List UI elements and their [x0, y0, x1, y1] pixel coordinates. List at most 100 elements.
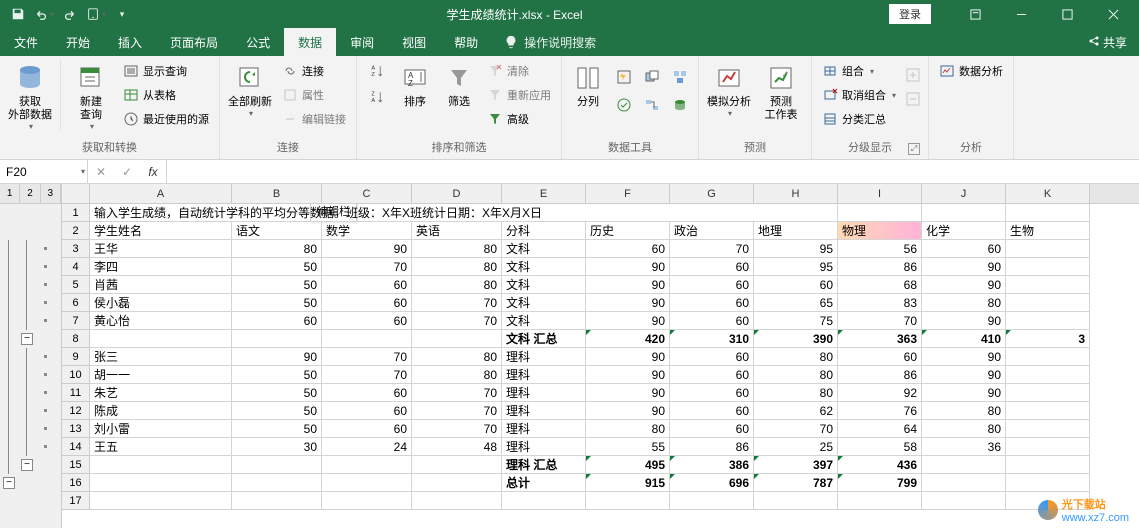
cell[interactable] — [412, 492, 502, 510]
cell[interactable]: 60 — [322, 312, 412, 330]
cell[interactable]: 侯小磊 — [90, 294, 232, 312]
cell[interactable]: 90 — [322, 240, 412, 258]
cell[interactable]: 文科 — [502, 258, 586, 276]
cell[interactable]: 70 — [322, 366, 412, 384]
group-button[interactable]: 组合▾ — [818, 60, 900, 82]
cell[interactable]: 24 — [322, 438, 412, 456]
cell[interactable]: 70 — [412, 312, 502, 330]
cell[interactable]: 王华 — [90, 240, 232, 258]
cell[interactable]: 70 — [670, 240, 754, 258]
cell[interactable]: 90 — [586, 384, 670, 402]
cell[interactable]: 60 — [322, 294, 412, 312]
cell[interactable]: 86 — [838, 366, 922, 384]
cell[interactable]: 30 — [232, 438, 322, 456]
cell[interactable]: 80 — [412, 258, 502, 276]
cell[interactable]: 政治 — [670, 222, 754, 240]
cell[interactable]: 915 — [586, 474, 670, 492]
cell[interactable]: 50 — [232, 366, 322, 384]
show-queries-button[interactable]: 显示查询 — [119, 60, 213, 82]
cell[interactable]: 80 — [754, 384, 838, 402]
data-model-button[interactable] — [668, 94, 692, 116]
cell[interactable]: 25 — [754, 438, 838, 456]
row-header[interactable]: 10 — [62, 366, 90, 384]
cell[interactable]: 62 — [754, 402, 838, 420]
cell[interactable]: 90 — [922, 348, 1006, 366]
cell[interactable]: 学生姓名 — [90, 222, 232, 240]
column-header-J[interactable]: J — [922, 184, 1006, 203]
cell[interactable]: 理科 — [502, 402, 586, 420]
cell[interactable]: 90 — [922, 258, 1006, 276]
cell[interactable]: 310 — [670, 330, 754, 348]
cell[interactable]: 86 — [670, 438, 754, 456]
cell[interactable] — [1006, 438, 1090, 456]
cell[interactable]: 文科 — [502, 276, 586, 294]
cell[interactable]: 陈成 — [90, 402, 232, 420]
filter-button[interactable]: 筛选 — [439, 60, 479, 111]
cell[interactable] — [502, 492, 586, 510]
cell[interactable]: 90 — [922, 366, 1006, 384]
tell-me-search[interactable]: 操作说明搜索 — [492, 28, 608, 56]
cell[interactable] — [1006, 204, 1090, 222]
cell[interactable]: 90 — [922, 384, 1006, 402]
column-header-B[interactable]: B — [232, 184, 322, 203]
cell[interactable]: 数学 — [322, 222, 412, 240]
row-header[interactable]: 4 — [62, 258, 90, 276]
tab-review[interactable]: 审阅 — [336, 28, 388, 56]
cell[interactable]: 朱艺 — [90, 384, 232, 402]
cell[interactable]: 55 — [586, 438, 670, 456]
cell[interactable]: 60 — [754, 276, 838, 294]
cell[interactable]: 50 — [232, 258, 322, 276]
cell[interactable]: 60 — [670, 384, 754, 402]
cell[interactable]: 60 — [322, 276, 412, 294]
cell[interactable]: 60 — [670, 258, 754, 276]
cell[interactable]: 420 — [586, 330, 670, 348]
consolidate-button[interactable] — [668, 66, 692, 88]
cell[interactable]: 86 — [838, 258, 922, 276]
cell[interactable]: 刘小雷 — [90, 420, 232, 438]
cell[interactable]: 50 — [232, 402, 322, 420]
cell[interactable]: 48 — [412, 438, 502, 456]
cell[interactable]: 76 — [838, 402, 922, 420]
cell[interactable]: 80 — [922, 420, 1006, 438]
row-header[interactable]: 1 — [62, 204, 90, 222]
column-header-I[interactable]: I — [838, 184, 922, 203]
remove-duplicates-button[interactable] — [640, 66, 664, 88]
cell[interactable]: 胡一一 — [90, 366, 232, 384]
cell[interactable]: 90 — [586, 276, 670, 294]
ungroup-button[interactable]: 取消组合▾ — [818, 84, 900, 106]
edit-links-button[interactable]: 编辑链接 — [278, 108, 350, 130]
cell[interactable]: 理科 — [502, 438, 586, 456]
sort-desc-button[interactable]: ZA — [363, 86, 391, 108]
data-validation-button[interactable] — [612, 94, 636, 116]
row-header[interactable]: 13 — [62, 420, 90, 438]
cell[interactable]: 90 — [232, 348, 322, 366]
tab-insert[interactable]: 插入 — [104, 28, 156, 56]
hide-detail-button[interactable] — [904, 88, 922, 110]
relationships-button[interactable] — [640, 94, 664, 116]
column-header-E[interactable]: E — [502, 184, 586, 203]
cell[interactable]: 总计 — [502, 474, 586, 492]
row-header[interactable]: 11 — [62, 384, 90, 402]
cell[interactable] — [90, 492, 232, 510]
cell[interactable] — [1006, 258, 1090, 276]
cell[interactable]: 50 — [232, 420, 322, 438]
cell[interactable]: 化学 — [922, 222, 1006, 240]
cell[interactable]: 64 — [838, 420, 922, 438]
tab-file[interactable]: 文件 — [0, 28, 52, 56]
cell[interactable]: 90 — [586, 294, 670, 312]
cell[interactable]: 80 — [232, 240, 322, 258]
cell[interactable]: 60 — [670, 366, 754, 384]
tab-help[interactable]: 帮助 — [440, 28, 492, 56]
undo-button[interactable]: ▾ — [32, 2, 56, 26]
login-button[interactable]: 登录 — [889, 4, 931, 24]
cell[interactable]: 70 — [412, 420, 502, 438]
cell[interactable]: 肖茜 — [90, 276, 232, 294]
sort-button[interactable]: AZ 排序 — [395, 60, 435, 111]
new-query-button[interactable]: 新建 查询 ▾ — [67, 60, 115, 133]
fx-button[interactable]: fx — [144, 165, 162, 179]
advanced-filter-button[interactable]: 高级 — [483, 108, 555, 130]
cell[interactable]: 80 — [412, 348, 502, 366]
row-header[interactable]: 5 — [62, 276, 90, 294]
cell[interactable]: 80 — [412, 240, 502, 258]
cell[interactable] — [922, 474, 1006, 492]
